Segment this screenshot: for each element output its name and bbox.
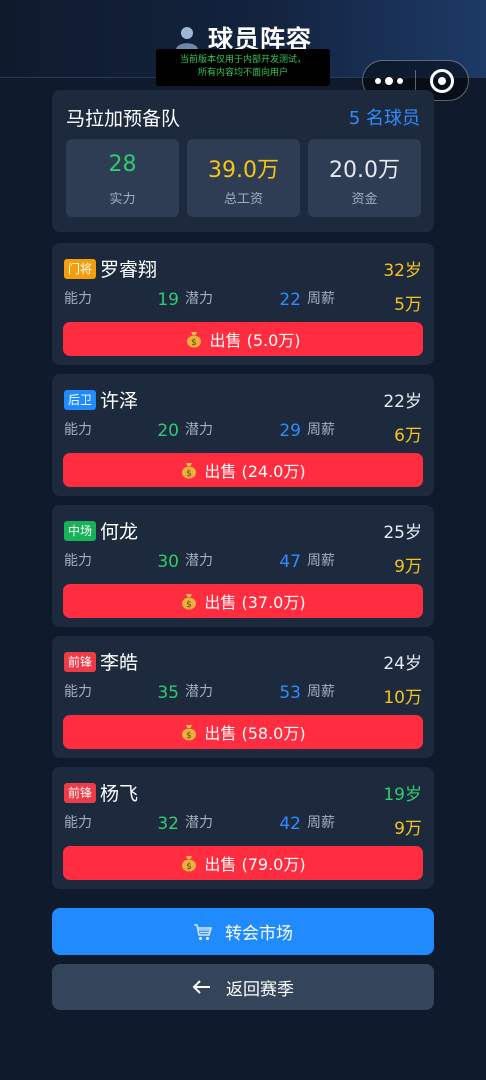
weekly-wage-label: 周薪 <box>307 291 335 307</box>
money-bag-icon: $ <box>182 725 197 741</box>
stat-label: 实力 <box>109 192 136 207</box>
team-summary-card: 马拉加预备队 5 名球员 28 实力 39.0万 总工资 20.0万 资金 <box>52 90 434 232</box>
weekly-wage-value: 6万 <box>394 426 422 446</box>
person-icon <box>175 27 198 50</box>
player-age: 32岁 <box>383 261 422 281</box>
player-name: 许泽 <box>100 390 139 412</box>
weekly-wage-value: 10万 <box>383 688 422 708</box>
stat-label: 总工资 <box>223 192 263 207</box>
potential-label: 潜力 <box>185 553 213 569</box>
player-age: 19岁 <box>383 785 422 805</box>
ability-label: 能力 <box>64 553 92 569</box>
position-badge: 中场 <box>64 521 97 541</box>
team-name: 马拉加预备队 <box>66 108 181 130</box>
sell-player-button[interactable]: $ 出售 (79.0万) <box>63 846 423 880</box>
sell-player-button[interactable]: $ 出售 (58.0万) <box>63 715 423 749</box>
money-bag-icon: $ <box>182 594 197 610</box>
ability-value: 20 <box>157 421 179 441</box>
position-badge: 门将 <box>64 259 97 279</box>
dev-notice-line2: 所有内容均不面向用户 <box>197 68 288 78</box>
player-card: 前锋 杨飞 19岁 能力 32 潜力 42 周薪 9万 $ 出售 (79.0万) <box>52 767 434 889</box>
weekly-wage-label: 周薪 <box>307 815 335 831</box>
dev-notice-line1: 当前版本仅用于内部开发测试， <box>179 55 306 65</box>
back-to-season-button[interactable]: 返回赛季 <box>52 964 434 1010</box>
potential-value: 22 <box>279 290 301 310</box>
player-name: 李皓 <box>100 652 139 674</box>
player-age: 25岁 <box>383 523 422 543</box>
player-age: 24岁 <box>383 654 422 674</box>
player-count: 5 名球员 <box>348 108 420 129</box>
sell-label: 出售 (58.0万) <box>204 724 306 743</box>
stat-value: 20.0万 <box>329 158 400 183</box>
player-card: 中场 何龙 25岁 能力 30 潜力 47 周薪 9万 $ 出售 (37.0万) <box>52 505 434 627</box>
ability-value: 19 <box>157 290 179 310</box>
transfer-market-label: 转会市场 <box>225 924 293 944</box>
potential-value: 42 <box>279 814 301 834</box>
potential-label: 潜力 <box>185 815 213 831</box>
position-badge: 前锋 <box>64 652 97 672</box>
sell-label: 出售 (37.0万) <box>204 593 306 612</box>
money-bag-icon: $ <box>182 856 197 872</box>
arrow-left-icon <box>192 980 210 994</box>
weekly-wage-label: 周薪 <box>307 684 335 700</box>
player-name: 杨飞 <box>100 783 139 805</box>
player-name: 何龙 <box>100 521 139 543</box>
stat-label: 资金 <box>351 192 378 207</box>
potential-label: 潜力 <box>185 291 213 307</box>
svg-text:$: $ <box>187 862 193 872</box>
sell-player-button[interactable]: $ 出售 (24.0万) <box>63 453 423 487</box>
stat-funds: 20.0万 资金 <box>308 139 421 217</box>
back-to-season-label: 返回赛季 <box>226 979 294 1000</box>
sell-label: 出售 (5.0万) <box>209 331 301 350</box>
player-card: 门将 罗睿翔 32岁 能力 19 潜力 22 周薪 5万 $ 出售 (5.0万) <box>52 243 434 365</box>
ability-label: 能力 <box>64 291 92 307</box>
stat-value: 39.0万 <box>208 158 279 183</box>
potential-label: 潜力 <box>185 422 213 438</box>
position-badge: 前锋 <box>64 783 97 803</box>
weekly-wage-label: 周薪 <box>307 553 335 569</box>
potential-label: 潜力 <box>185 684 213 700</box>
stat-total-wage: 39.0万 总工资 <box>187 139 300 217</box>
player-age: 22岁 <box>383 392 422 412</box>
ability-value: 30 <box>157 552 179 572</box>
ability-value: 32 <box>157 814 179 834</box>
potential-value: 47 <box>279 552 301 572</box>
svg-text:$: $ <box>187 731 193 741</box>
sell-label: 出售 (24.0万) <box>204 462 306 481</box>
player-card: 前锋 李皓 24岁 能力 35 潜力 53 周薪 10万 $ 出售 (58.0万… <box>52 636 434 758</box>
ability-label: 能力 <box>64 422 92 438</box>
money-bag-icon: $ <box>182 463 197 479</box>
dev-notice-banner: 当前版本仅用于内部开发测试， 所有内容均不面向用户 <box>156 49 330 86</box>
position-badge: 后卫 <box>64 390 97 410</box>
weekly-wage-label: 周薪 <box>307 422 335 438</box>
ability-label: 能力 <box>64 815 92 831</box>
money-bag-icon: $ <box>187 332 202 348</box>
svg-text:$: $ <box>187 600 193 610</box>
cart-icon <box>194 923 213 940</box>
player-card: 后卫 许泽 22岁 能力 20 潜力 29 周薪 6万 $ 出售 (24.0万) <box>52 374 434 496</box>
weekly-wage-value: 5万 <box>394 295 422 315</box>
ability-value: 35 <box>157 683 179 703</box>
close-target-icon <box>430 68 454 93</box>
weekly-wage-value: 9万 <box>394 819 422 839</box>
potential-value: 53 <box>279 683 301 703</box>
transfer-market-button[interactable]: 转会市场 <box>52 908 434 955</box>
svg-text:$: $ <box>192 338 198 348</box>
sell-player-button[interactable]: $ 出售 (5.0万) <box>63 322 423 356</box>
sell-player-button[interactable]: $ 出售 (37.0万) <box>63 584 423 618</box>
ability-label: 能力 <box>64 684 92 700</box>
stat-strength: 28 实力 <box>66 139 179 217</box>
player-name: 罗睿翔 <box>100 259 158 281</box>
sell-label: 出售 (79.0万) <box>204 855 306 874</box>
weekly-wage-value: 9万 <box>394 557 422 577</box>
potential-value: 29 <box>279 421 301 441</box>
svg-text:$: $ <box>187 469 193 479</box>
stat-value: 28 <box>108 152 137 177</box>
